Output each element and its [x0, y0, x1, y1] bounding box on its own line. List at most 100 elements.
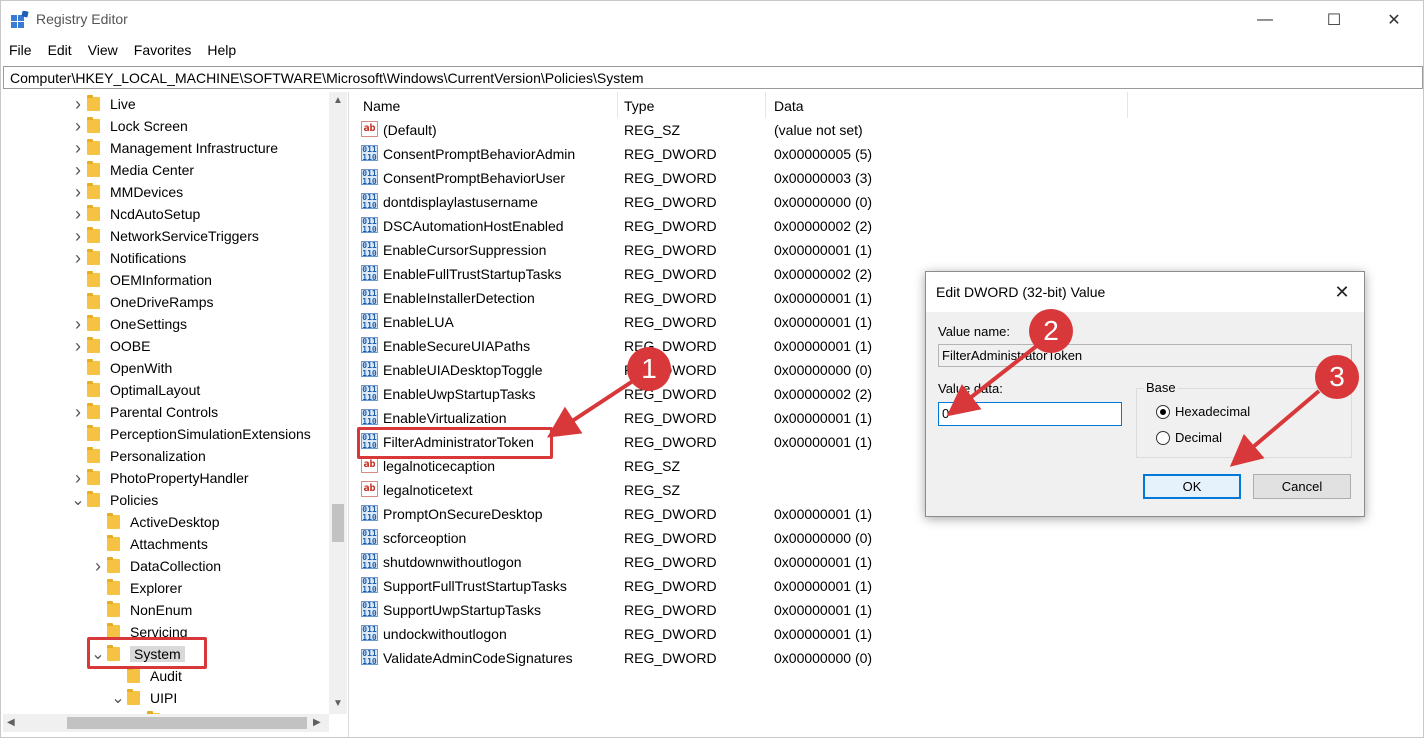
- tree-item[interactable]: › PhotoPropertyHandler: [71, 467, 249, 489]
- tree-item-label[interactable]: PhotoPropertyHandler: [110, 470, 249, 486]
- scroll-down-icon[interactable]: ▼: [333, 698, 343, 709]
- value-row[interactable]: 011 110 shutdownwithoutlogon REG_DWORD 0x00…: [355, 550, 1415, 574]
- tree-item-label[interactable]: OneDriveRamps: [110, 294, 213, 310]
- value-data-input[interactable]: 0: [938, 402, 1122, 426]
- tree-item-label[interactable]: Policies: [110, 492, 158, 508]
- decimal-radio-row[interactable]: Decimal: [1156, 430, 1222, 445]
- tree-item-label[interactable]: Notifications: [110, 250, 186, 266]
- tree-item-label[interactable]: OOBE: [110, 338, 150, 354]
- value-name[interactable]: EnableInstallerDetection: [383, 290, 535, 306]
- tree-item[interactable]: › Notifications: [71, 247, 186, 269]
- tree-item[interactable]: ⌄ Policies: [71, 489, 158, 511]
- tree-item-label[interactable]: Live: [110, 96, 136, 112]
- value-name[interactable]: PromptOnSecureDesktop: [383, 506, 543, 522]
- scroll-right-icon[interactable]: ▶: [313, 717, 321, 728]
- decimal-radio[interactable]: [1156, 430, 1170, 445]
- hexadecimal-radio-row[interactable]: Hexadecimal: [1156, 404, 1250, 419]
- tree-item-label[interactable]: OEMInformation: [110, 272, 212, 288]
- value-name[interactable]: EnableVirtualization: [383, 410, 507, 426]
- column-header-name[interactable]: Name: [355, 95, 400, 117]
- value-row[interactable]: 011 110 ConsentPromptBehaviorUser REG_DWOR…: [355, 166, 1415, 190]
- chevron-right-icon[interactable]: ›: [71, 94, 85, 115]
- tree-item[interactable]: ActiveDesktop: [91, 511, 219, 533]
- tree-item[interactable]: › DataCollection: [91, 555, 221, 577]
- tree-item[interactable]: › Media Center: [71, 159, 194, 181]
- tree-item-label[interactable]: Management Infrastructure: [110, 140, 278, 156]
- tree-item[interactable]: Personalization: [71, 445, 206, 467]
- value-name[interactable]: EnableFullTrustStartupTasks: [383, 266, 561, 282]
- value-name[interactable]: EnableSecureUIAPaths: [383, 338, 530, 354]
- tree-item-label[interactable]: Personalization: [110, 448, 206, 464]
- tree-item-label[interactable]: OneSettings: [110, 316, 187, 332]
- value-name[interactable]: undockwithoutlogon: [383, 626, 507, 642]
- tree-item[interactable]: › OOBE: [71, 335, 150, 357]
- dialog-close-button[interactable]: ✕: [1320, 272, 1364, 312]
- menu-help[interactable]: Help: [199, 40, 244, 62]
- tree-item-label[interactable]: NcdAutoSetup: [110, 206, 200, 222]
- tree-item[interactable]: OneDriveRamps: [71, 291, 213, 313]
- value-row[interactable]: 011 110 SupportUwpStartupTasks REG_DWORD 0x…: [355, 598, 1415, 622]
- value-row[interactable]: 011 110 EnableCursorSuppression REG_DWORD 0…: [355, 238, 1415, 262]
- value-name[interactable]: legalnoticetext: [383, 482, 473, 498]
- tree-item-label[interactable]: OpenWith: [110, 360, 172, 376]
- chevron-right-icon[interactable]: ›: [71, 138, 85, 159]
- value-row[interactable]: 011 110 scforceoption REG_DWORD 0x00000000 …: [355, 526, 1415, 550]
- address-bar[interactable]: Computer\HKEY_LOCAL_MACHINE\SOFTWARE\Mic…: [3, 66, 1423, 89]
- tree-item-label[interactable]: Attachments: [130, 536, 208, 552]
- chevron-right-icon[interactable]: ›: [71, 182, 85, 203]
- tree-item[interactable]: PerceptionSimulationExtensions: [71, 423, 311, 445]
- value-name[interactable]: EnableUwpStartupTasks: [383, 386, 536, 402]
- tree-item-label[interactable]: MMDevices: [110, 184, 183, 200]
- cancel-button[interactable]: Cancel: [1253, 474, 1351, 499]
- value-name[interactable]: EnableCursorSuppression: [383, 242, 546, 258]
- value-name[interactable]: legalnoticecaption: [383, 458, 495, 474]
- menu-edit[interactable]: Edit: [40, 40, 80, 62]
- tree-item[interactable]: › Lock Screen: [71, 115, 188, 137]
- menu-view[interactable]: View: [80, 40, 126, 62]
- menu-favorites[interactable]: Favorites: [126, 40, 200, 62]
- column-header-data[interactable]: Data: [766, 95, 804, 117]
- tree-item[interactable]: › NcdAutoSetup: [71, 203, 200, 225]
- chevron-right-icon[interactable]: ›: [91, 556, 105, 577]
- value-name[interactable]: dontdisplaylastusername: [383, 194, 538, 210]
- value-name[interactable]: ConsentPromptBehaviorUser: [383, 170, 565, 186]
- tree-vertical-scroll-thumb[interactable]: [332, 504, 344, 542]
- value-name[interactable]: EnableLUA: [383, 314, 454, 330]
- tree-item[interactable]: › Management Infrastructure: [71, 137, 278, 159]
- chevron-right-icon[interactable]: ›: [71, 248, 85, 269]
- scroll-up-icon[interactable]: ▲: [333, 95, 343, 106]
- tree-item[interactable]: › Live: [71, 93, 136, 115]
- chevron-down-icon[interactable]: ⌄: [71, 490, 85, 510]
- tree-item[interactable]: › Parental Controls: [71, 401, 218, 423]
- menu-file[interactable]: File: [1, 40, 40, 62]
- value-row[interactable]: 011 110 SupportFullTrustStartupTasks REG_D…: [355, 574, 1415, 598]
- tree-item[interactable]: OEMInformation: [71, 269, 212, 291]
- maximize-button[interactable]: ☐: [1311, 1, 1357, 39]
- chevron-right-icon[interactable]: ›: [71, 336, 85, 357]
- close-button[interactable]: ✕: [1371, 1, 1417, 39]
- column-divider[interactable]: [1127, 92, 1128, 118]
- tree-item-label[interactable]: Media Center: [110, 162, 194, 178]
- tree-item[interactable]: › MMDevices: [71, 181, 183, 203]
- tree-item-label[interactable]: NonEnum: [130, 602, 192, 618]
- value-row[interactable]: 011 110 ConsentPromptBehaviorAdmin REG_DWO…: [355, 142, 1415, 166]
- tree-item-label[interactable]: PerceptionSimulationExtensions: [110, 426, 311, 442]
- tree-item[interactable]: NonEnum: [91, 599, 192, 621]
- tree-horizontal-scrollbar[interactable]: ◀ ▶: [3, 714, 329, 732]
- hexadecimal-radio[interactable]: [1156, 404, 1170, 419]
- tree-item-label[interactable]: UIPI: [150, 690, 177, 706]
- scroll-left-icon[interactable]: ◀: [7, 717, 15, 728]
- value-name[interactable]: SupportUwpStartupTasks: [383, 602, 541, 618]
- tree-item[interactable]: Explorer: [91, 577, 182, 599]
- chevron-right-icon[interactable]: ›: [71, 160, 85, 181]
- tree-item-label[interactable]: Parental Controls: [110, 404, 218, 420]
- value-name[interactable]: (Default): [383, 122, 437, 138]
- ok-button[interactable]: OK: [1143, 474, 1241, 499]
- tree-item-label[interactable]: ActiveDesktop: [130, 514, 219, 530]
- chevron-right-icon[interactable]: ›: [71, 226, 85, 247]
- tree-vertical-scrollbar[interactable]: ▲ ▼: [329, 92, 347, 714]
- tree-item[interactable]: › NetworkServiceTriggers: [71, 225, 259, 247]
- tree-item[interactable]: Attachments: [91, 533, 208, 555]
- tree-item[interactable]: OptimalLayout: [71, 379, 200, 401]
- value-name[interactable]: SupportFullTrustStartupTasks: [383, 578, 567, 594]
